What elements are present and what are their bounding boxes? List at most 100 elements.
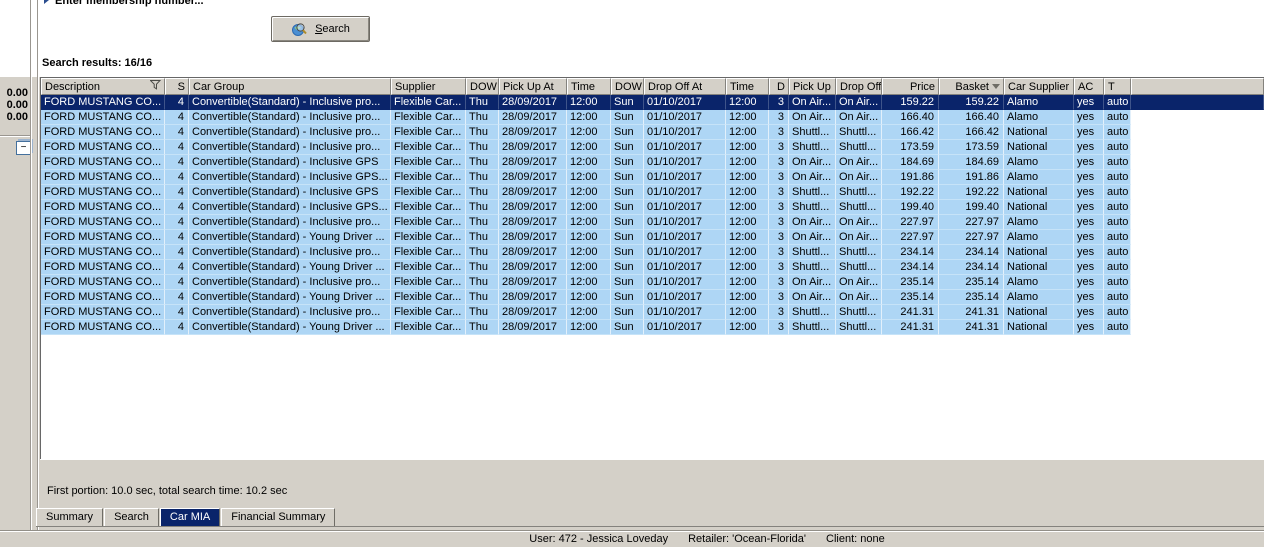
cell-ac: yes [1074,170,1104,185]
column-header-label: S [177,80,185,93]
table-row[interactable]: FORD MUSTANG CO... 4 Convertible(Standard)… [41,140,1264,155]
sort-down-icon [992,84,1000,89]
cell-dow2: Sun [611,245,644,260]
cell-drop_off: On Air... [836,155,882,170]
table-row[interactable]: FORD MUSTANG CO... 4 Convertible(Standard)… [41,245,1264,260]
search-button[interactable]: Search [271,16,370,42]
table-row[interactable]: FORD MUSTANG CO... 4 Convertible(Standard)… [41,200,1264,215]
sidebar-top-panel [0,0,40,77]
cell-d: 3 [769,140,789,155]
table-body: FORD MUSTANG CO... 4 Convertible(Standard)… [41,95,1264,335]
price-total-value: 0.00 [6,87,28,99]
cell-d: 3 [769,245,789,260]
table-row[interactable]: FORD MUSTANG CO... 4 Convertible(Standard)… [41,275,1264,290]
column-header-supplier[interactable]: Supplier [391,78,466,95]
cell-dow1: Thu [466,200,499,215]
column-header-label: Pick Up [793,80,831,93]
column-header-dow2[interactable]: DOW [611,78,644,95]
expander-arrow-icon [44,0,49,4]
table-row[interactable]: FORD MUSTANG CO... 4 Convertible(Standard)… [41,95,1264,110]
cell-dow2: Sun [611,275,644,290]
column-header-label: D [777,80,785,93]
cell-ac: yes [1074,245,1104,260]
cell-s: 4 [165,290,189,305]
collapse-button[interactable]: − [16,141,31,155]
cell-description: FORD MUSTANG CO... [41,275,165,290]
cell-pick_up_at: 28/09/2017 [499,155,567,170]
table-row[interactable]: FORD MUSTANG CO... 4 Convertible(Standard)… [41,230,1264,245]
table-row[interactable]: FORD MUSTANG CO... 4 Convertible(Standard)… [41,215,1264,230]
cell-time2: 12:00 [726,305,769,320]
column-header-dow1[interactable]: DOW [466,78,499,95]
cell-time1: 12:00 [567,275,611,290]
cell-supplier: Flexible Car... [391,185,466,200]
cell-t: auto [1104,200,1131,215]
table-row[interactable]: FORD MUSTANG CO... 4 Convertible(Standard)… [41,260,1264,275]
cell-dow2: Sun [611,95,644,110]
cell-pick_up: On Air... [789,110,836,125]
column-header-s[interactable]: S [165,78,189,95]
table-row[interactable]: FORD MUSTANG CO... 4 Convertible(Standard)… [41,290,1264,305]
cell-drop_off_at: 01/10/2017 [644,320,726,335]
row-filler [1131,110,1264,125]
row-filler [1131,305,1264,320]
cell-description: FORD MUSTANG CO... [41,140,165,155]
cell-basket: 234.14 [939,260,1004,275]
table-row[interactable]: FORD MUSTANG CO... 4 Convertible(Standard)… [41,170,1264,185]
cell-s: 4 [165,95,189,110]
column-header-drop_off[interactable]: Drop Off [836,78,882,95]
cell-pick_up: Shuttl... [789,125,836,140]
row-filler [1131,275,1264,290]
cell-drop_off: On Air... [836,215,882,230]
table-row[interactable]: FORD MUSTANG CO... 4 Convertible(Standard)… [41,305,1264,320]
table-row[interactable]: FORD MUSTANG CO... 4 Convertible(Standard)… [41,125,1264,140]
cell-car_supplier: Alamo [1004,230,1074,245]
column-header-time2[interactable]: Time [726,78,769,95]
cell-time1: 12:00 [567,170,611,185]
table-row[interactable]: FORD MUSTANG CO... 4 Convertible(Standard)… [41,320,1264,335]
cell-car_group: Convertible(Standard) - Inclusive pro... [189,95,391,110]
column-header-price[interactable]: Price [882,78,939,95]
cell-drop_off: On Air... [836,290,882,305]
column-header-drop_off_at[interactable]: Drop Off At [644,78,726,95]
cell-drop_off_at: 01/10/2017 [644,125,726,140]
cell-time2: 12:00 [726,185,769,200]
column-header-label: Supplier [395,80,436,93]
cell-price: 227.97 [882,215,939,230]
tab-car-mia[interactable]: Car MIA [159,508,221,526]
cell-drop_off: Shuttl... [836,320,882,335]
column-header-ac[interactable]: AC [1074,78,1104,95]
tab-search[interactable]: Search [104,508,159,526]
column-header-car_group[interactable]: Car Group [189,78,391,95]
cell-price: 191.86 [882,170,939,185]
cell-dow1: Thu [466,275,499,290]
table-row[interactable]: FORD MUSTANG CO... 4 Convertible(Standard)… [41,155,1264,170]
column-header-time1[interactable]: Time [567,78,611,95]
column-header-t[interactable]: T [1104,78,1131,95]
table-row[interactable]: FORD MUSTANG CO... 4 Convertible(Standard)… [41,185,1264,200]
minus-icon: − [20,142,27,153]
cell-description: FORD MUSTANG CO... [41,260,165,275]
cell-dow2: Sun [611,125,644,140]
table-row[interactable]: FORD MUSTANG CO... 4 Convertible(Standard)… [41,110,1264,125]
cell-pick_up_at: 28/09/2017 [499,95,567,110]
cell-dow2: Sun [611,155,644,170]
cell-description: FORD MUSTANG CO... [41,305,165,320]
column-header-description[interactable]: Description [41,78,165,95]
cell-car_supplier: National [1004,185,1074,200]
cell-pick_up_at: 28/09/2017 [499,125,567,140]
row-filler [1131,320,1264,335]
tab-financial-summary[interactable]: Financial Summary [221,508,336,526]
cell-s: 4 [165,275,189,290]
column-header-d[interactable]: D [769,78,789,95]
tab-summary[interactable]: Summary [36,508,104,526]
status-user: User: 472 - Jessica Loveday [529,533,669,545]
column-header-basket[interactable]: Basket [939,78,1004,95]
column-header-car_supplier[interactable]: Car Supplier [1004,78,1074,95]
filter-icon[interactable] [149,80,162,93]
column-header-pick_up_at[interactable]: Pick Up At [499,78,567,95]
membership-expander[interactable]: Enter membership number... [44,0,204,7]
column-header-label: Basket [955,80,989,93]
cell-drop_off_at: 01/10/2017 [644,110,726,125]
column-header-pick_up[interactable]: Pick Up [789,78,836,95]
